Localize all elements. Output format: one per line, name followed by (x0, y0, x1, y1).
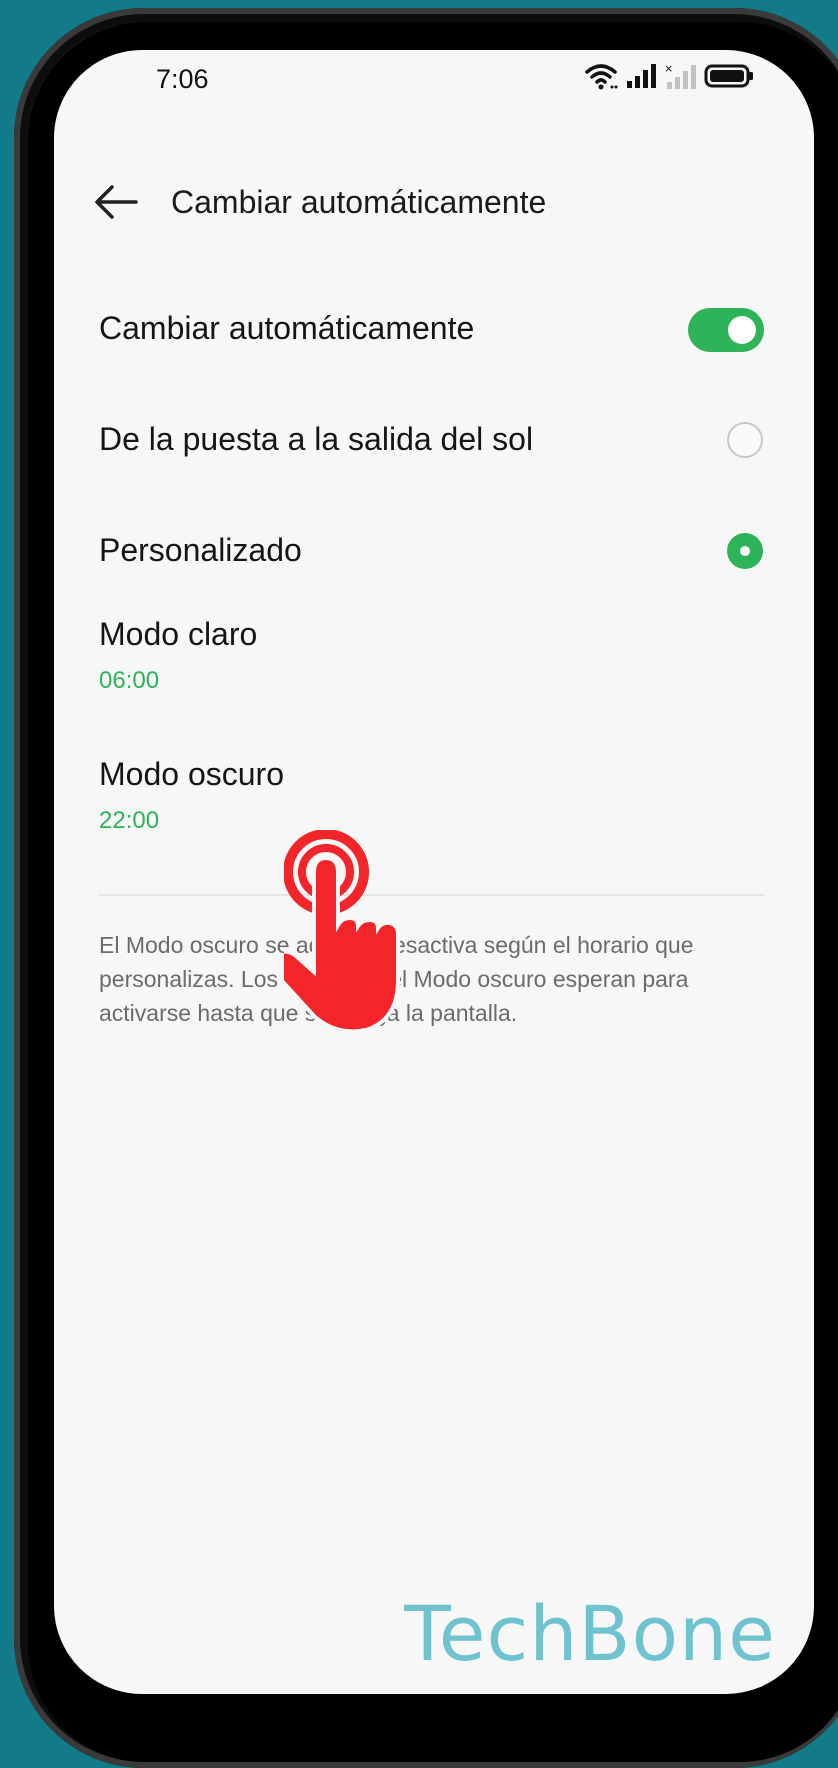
signal-no-sim-icon: × (664, 62, 696, 89)
description-text: El Modo oscuro se activa y desactiva seg… (99, 932, 694, 1026)
wifi-icon (585, 64, 618, 90)
auto-switch-toggle[interactable] (688, 308, 764, 352)
auto-switch-row[interactable]: Cambiar automáticamente (54, 300, 814, 360)
dark-mode-time: 22:00 (99, 807, 160, 834)
auto-switch-label: Cambiar automáticamente (99, 310, 475, 346)
status-bar: 7:06 × (54, 50, 814, 120)
light-mode-time: 06:00 (99, 667, 160, 694)
sunset-option-radio[interactable] (727, 422, 763, 458)
toggle-knob (728, 316, 756, 344)
custom-option-row[interactable]: Personalizado (54, 521, 814, 581)
back-arrow-icon[interactable] (94, 184, 138, 220)
custom-option-label: Personalizado (99, 532, 302, 568)
dark-mode-label: Modo oscuro (99, 756, 284, 792)
phone-screen: 7:06 × Cambiar automáticamente Cambiar a… (54, 50, 814, 1694)
svg-text:×: × (664, 62, 673, 75)
status-icons: × (584, 62, 754, 90)
signal-icon (627, 64, 656, 88)
divider (99, 894, 764, 896)
status-time: 7:06 (156, 64, 209, 94)
sunset-option-label: De la puesta a la salida del sol (99, 421, 534, 457)
tap-hand-icon (284, 830, 400, 1034)
battery-icon (704, 64, 753, 88)
light-mode-label: Modo claro (99, 616, 258, 652)
dark-mode-row[interactable]: Modo oscuro 22:00 (54, 750, 814, 860)
sunset-option-row[interactable]: De la puesta a la salida del sol (54, 410, 814, 470)
page-title: Cambiar automáticamente (171, 184, 547, 220)
custom-option-radio[interactable] (727, 533, 763, 569)
watermark-logo: TechBone (404, 1589, 776, 1678)
radio-dot (740, 546, 750, 556)
top-app-bar: Cambiar automáticamente (54, 170, 814, 240)
light-mode-row[interactable]: Modo claro 06:00 (54, 610, 814, 720)
